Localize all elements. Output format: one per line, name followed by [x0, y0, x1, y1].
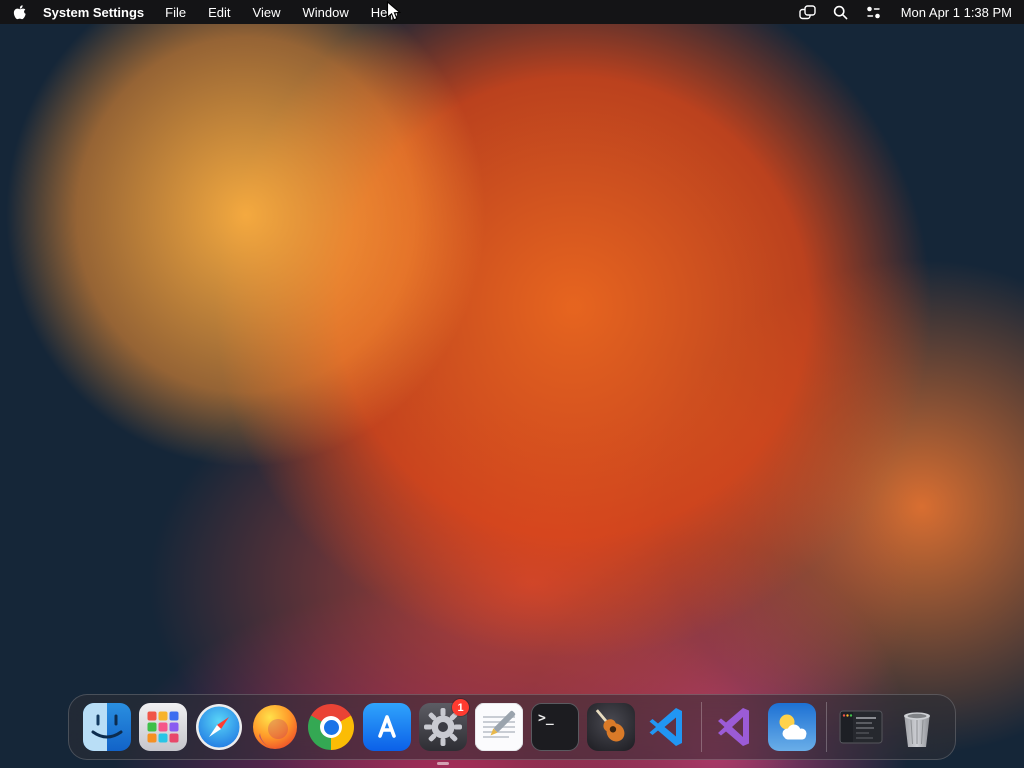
terminal-icon: >_ — [531, 703, 579, 751]
dock-item-visual-studio[interactable] — [708, 699, 764, 755]
dock-item-finder[interactable] — [79, 699, 135, 755]
minimized-window-icon — [839, 710, 883, 744]
menu-view[interactable]: View — [242, 5, 292, 20]
apple-menu[interactable] — [12, 4, 27, 21]
textedit-icon — [475, 703, 523, 751]
menu-bar-status-area: Mon Apr 1 1:38 PM — [799, 5, 1012, 20]
menu-bar-left: System Settings File Edit View Window He… — [12, 4, 408, 21]
apple-icon — [13, 4, 26, 19]
app-store-icon — [363, 703, 411, 751]
dock-item-weather[interactable] — [764, 699, 820, 755]
dock-divider — [826, 702, 827, 752]
dock-item-safari[interactable] — [191, 699, 247, 755]
dock-item-app-store[interactable] — [359, 699, 415, 755]
dock-item-vscode[interactable] — [639, 699, 695, 755]
trash-icon — [904, 712, 930, 747]
dock-item-minimized-window[interactable] — [833, 699, 889, 755]
menu-help[interactable]: Help — [360, 5, 409, 20]
visual-studio-icon — [718, 708, 749, 746]
stage-manager-icon[interactable] — [799, 4, 816, 20]
dock-item-textedit[interactable] — [471, 699, 527, 755]
launchpad-icon — [139, 703, 187, 751]
finder-icon — [83, 703, 131, 751]
active-app-name[interactable]: System Settings — [43, 5, 144, 20]
menu-file[interactable]: File — [154, 5, 197, 20]
dock-item-system-settings[interactable]: 1 — [415, 699, 471, 755]
safari-icon — [196, 704, 242, 750]
dock-divider — [701, 702, 702, 752]
dock-item-trash[interactable] — [889, 699, 945, 755]
menu-edit[interactable]: Edit — [197, 5, 241, 20]
menu-window[interactable]: Window — [291, 5, 359, 20]
control-center-icon[interactable] — [865, 5, 882, 20]
dock-item-terminal[interactable]: >_ — [527, 699, 583, 755]
running-app-indicator — [437, 762, 449, 765]
notification-badge: 1 — [452, 699, 469, 716]
menu-bar-clock[interactable]: Mon Apr 1 1:38 PM — [901, 5, 1012, 20]
dock: 1 >_ — [68, 694, 956, 760]
garageband-icon — [587, 703, 635, 751]
chrome-icon — [308, 704, 354, 750]
desktop-wallpaper: System Settings File Edit View Window He… — [0, 0, 1024, 768]
dock-item-garageband[interactable] — [583, 699, 639, 755]
svg-text:>_: >_ — [538, 711, 554, 726]
dock-item-launchpad[interactable] — [135, 699, 191, 755]
weather-icon — [768, 703, 816, 751]
vscode-icon — [649, 708, 682, 746]
dock-item-chrome[interactable] — [303, 699, 359, 755]
search-icon[interactable] — [833, 5, 848, 20]
dock-item-firefox[interactable] — [247, 699, 303, 755]
menu-bar: System Settings File Edit View Window He… — [0, 0, 1024, 24]
firefox-icon — [253, 705, 297, 749]
